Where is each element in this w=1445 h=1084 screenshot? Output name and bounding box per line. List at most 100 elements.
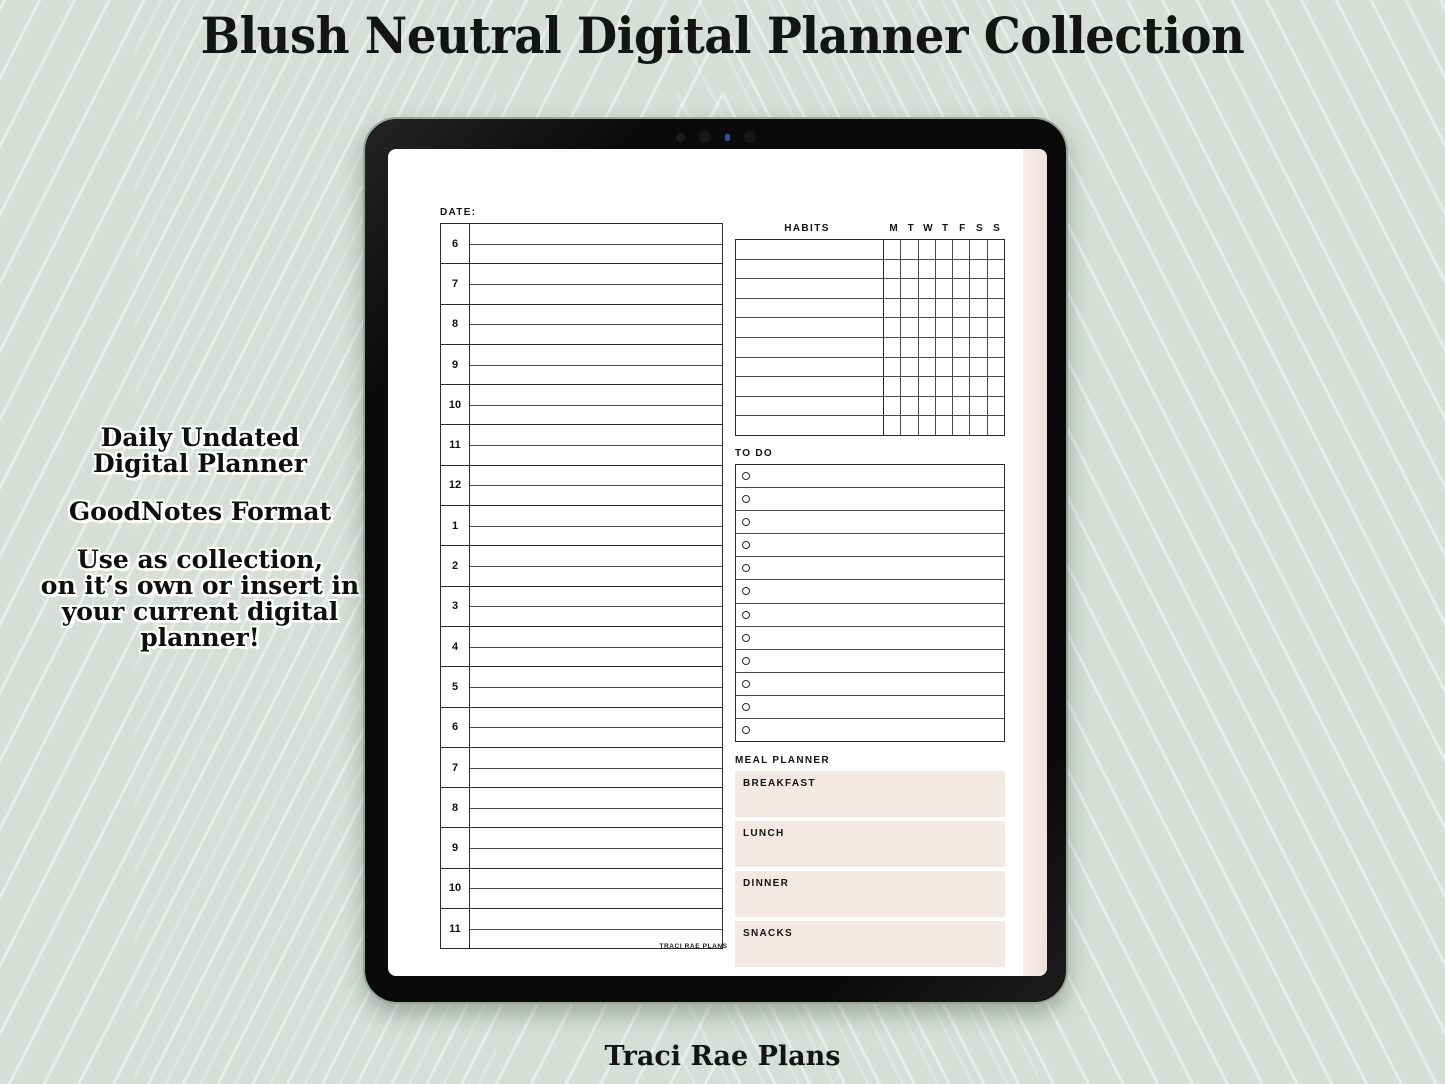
habit-day-checkbox-cell[interactable] bbox=[936, 377, 954, 396]
todo-row[interactable] bbox=[736, 627, 1004, 650]
schedule-write-area[interactable] bbox=[470, 506, 722, 545]
habit-day-checkbox-cell[interactable] bbox=[970, 377, 988, 396]
habit-day-checkbox-cell[interactable] bbox=[884, 298, 902, 318]
habit-day-checkbox-cell[interactable] bbox=[901, 279, 919, 298]
schedule-hour-row[interactable]: 8 bbox=[441, 788, 722, 829]
habit-day-checkbox-cell[interactable] bbox=[970, 318, 988, 337]
habit-day-checkbox-cell[interactable] bbox=[988, 240, 1004, 259]
habit-day-checkbox-cell[interactable] bbox=[988, 318, 1004, 337]
habit-day-checkbox-cell[interactable] bbox=[936, 259, 954, 279]
habit-day-checkbox-cell[interactable] bbox=[970, 337, 988, 357]
todo-row[interactable] bbox=[736, 696, 1004, 719]
habit-day-checkbox-cell[interactable] bbox=[901, 259, 919, 279]
todo-row[interactable] bbox=[736, 580, 1004, 604]
habit-day-checkbox-cell[interactable] bbox=[988, 377, 1004, 396]
habit-day-checkbox-cell[interactable] bbox=[919, 240, 936, 259]
habit-day-checkbox-cell[interactable] bbox=[884, 357, 902, 377]
habit-row[interactable] bbox=[736, 396, 1004, 417]
schedule-hour-row[interactable]: 2 bbox=[441, 546, 722, 587]
meal-block[interactable]: DINNER bbox=[735, 871, 1005, 918]
todo-checkbox-circle-icon[interactable] bbox=[742, 633, 750, 642]
todo-checkbox-circle-icon[interactable] bbox=[742, 471, 750, 480]
habit-day-checkbox-cell[interactable] bbox=[936, 318, 954, 337]
todo-row[interactable] bbox=[736, 604, 1004, 627]
habit-day-checkbox-cell[interactable] bbox=[936, 337, 954, 357]
schedule-write-area[interactable] bbox=[470, 305, 722, 344]
habit-day-checkbox-cell[interactable] bbox=[919, 377, 936, 396]
schedule-write-area[interactable] bbox=[470, 546, 722, 585]
habit-day-checkbox-cell[interactable] bbox=[919, 337, 936, 357]
schedule-hour-row[interactable]: 7 bbox=[441, 264, 722, 305]
habit-row[interactable] bbox=[736, 279, 1004, 299]
habit-day-checkbox-cell[interactable] bbox=[936, 298, 954, 318]
schedule-write-area[interactable] bbox=[470, 345, 722, 384]
schedule-hour-row[interactable]: 10 bbox=[441, 385, 722, 426]
schedule-hour-row[interactable]: 3 bbox=[441, 586, 722, 627]
habit-day-checkbox-cell[interactable] bbox=[936, 416, 954, 435]
habit-day-checkbox-cell[interactable] bbox=[901, 298, 919, 318]
meal-block[interactable]: BREAKFAST bbox=[735, 771, 1005, 818]
habit-day-checkbox-cell[interactable] bbox=[953, 240, 971, 259]
todo-checkbox-circle-icon[interactable] bbox=[742, 679, 750, 688]
habit-day-checkbox-cell[interactable] bbox=[953, 337, 971, 357]
habit-day-checkbox-cell[interactable] bbox=[884, 416, 902, 435]
habit-day-checkbox-cell[interactable] bbox=[953, 416, 971, 435]
habit-day-checkbox-cell[interactable] bbox=[901, 318, 919, 337]
schedule-write-area[interactable] bbox=[470, 264, 722, 303]
schedule-hour-row[interactable]: 9 bbox=[441, 828, 722, 869]
habit-day-checkbox-cell[interactable] bbox=[953, 279, 971, 298]
habit-day-checkbox-cell[interactable] bbox=[919, 298, 936, 318]
meal-block[interactable]: LUNCH bbox=[735, 821, 1005, 868]
schedule-hour-row[interactable]: 10 bbox=[441, 868, 722, 910]
habit-day-checkbox-cell[interactable] bbox=[988, 338, 1004, 357]
habit-row[interactable] bbox=[736, 298, 1004, 319]
habit-day-checkbox-cell[interactable] bbox=[953, 298, 971, 318]
schedule-write-area[interactable] bbox=[470, 788, 722, 827]
habit-day-checkbox-cell[interactable] bbox=[901, 377, 919, 396]
todo-checkbox-circle-icon[interactable] bbox=[742, 518, 750, 527]
todo-row[interactable] bbox=[736, 719, 1004, 743]
schedule-write-area[interactable] bbox=[470, 667, 722, 706]
schedule-write-area[interactable] bbox=[470, 708, 722, 747]
habit-name-field[interactable] bbox=[736, 298, 884, 318]
schedule-write-area[interactable] bbox=[470, 385, 722, 424]
habit-name-field[interactable] bbox=[736, 416, 884, 435]
todo-row[interactable] bbox=[736, 534, 1004, 558]
habit-day-checkbox-cell[interactable] bbox=[988, 397, 1004, 416]
habit-day-checkbox-cell[interactable] bbox=[884, 337, 902, 357]
schedule-write-area[interactable] bbox=[470, 425, 722, 464]
habit-day-checkbox-cell[interactable] bbox=[884, 396, 902, 416]
habit-day-checkbox-cell[interactable] bbox=[919, 357, 936, 377]
habit-day-checkbox-cell[interactable] bbox=[884, 240, 902, 259]
habit-row[interactable] bbox=[736, 240, 1004, 260]
habit-day-checkbox-cell[interactable] bbox=[953, 377, 971, 396]
schedule-hour-row[interactable]: 5 bbox=[441, 667, 722, 708]
habit-day-checkbox-cell[interactable] bbox=[936, 357, 954, 377]
schedule-hour-row[interactable]: 11 bbox=[441, 425, 722, 466]
habit-row[interactable] bbox=[736, 416, 1004, 436]
habit-day-checkbox-cell[interactable] bbox=[919, 396, 936, 416]
habit-day-checkbox-cell[interactable] bbox=[901, 416, 919, 435]
schedule-write-area[interactable] bbox=[470, 224, 722, 263]
schedule-write-area[interactable] bbox=[470, 748, 722, 787]
habit-day-checkbox-cell[interactable] bbox=[936, 396, 954, 416]
habit-day-checkbox-cell[interactable] bbox=[919, 259, 936, 279]
habit-day-checkbox-cell[interactable] bbox=[970, 396, 988, 416]
todo-checkbox-circle-icon[interactable] bbox=[742, 702, 750, 711]
todo-checkbox-circle-icon[interactable] bbox=[742, 610, 750, 619]
todo-checkbox-circle-icon[interactable] bbox=[742, 564, 750, 573]
tablet-screen[interactable]: DATE: 6 7 8 9 10 11 12 1 2 3 4 5 6 7 8 9 10 11 HABITS MTW… bbox=[388, 149, 1047, 976]
todo-row[interactable] bbox=[736, 673, 1004, 696]
schedule-hour-row[interactable]: 6 bbox=[441, 224, 722, 265]
todo-checkbox-circle-icon[interactable] bbox=[742, 495, 750, 504]
habit-day-checkbox-cell[interactable] bbox=[970, 357, 988, 377]
habit-day-checkbox-cell[interactable] bbox=[884, 279, 902, 298]
schedule-hour-row[interactable]: 1 bbox=[441, 506, 722, 547]
habit-day-checkbox-cell[interactable] bbox=[884, 377, 902, 396]
habit-row[interactable] bbox=[736, 377, 1004, 397]
schedule-write-area[interactable] bbox=[470, 466, 722, 505]
habit-day-checkbox-cell[interactable] bbox=[953, 318, 971, 337]
habit-day-checkbox-cell[interactable] bbox=[988, 358, 1004, 377]
habit-day-checkbox-cell[interactable] bbox=[988, 299, 1004, 318]
habit-day-checkbox-cell[interactable] bbox=[901, 357, 919, 377]
